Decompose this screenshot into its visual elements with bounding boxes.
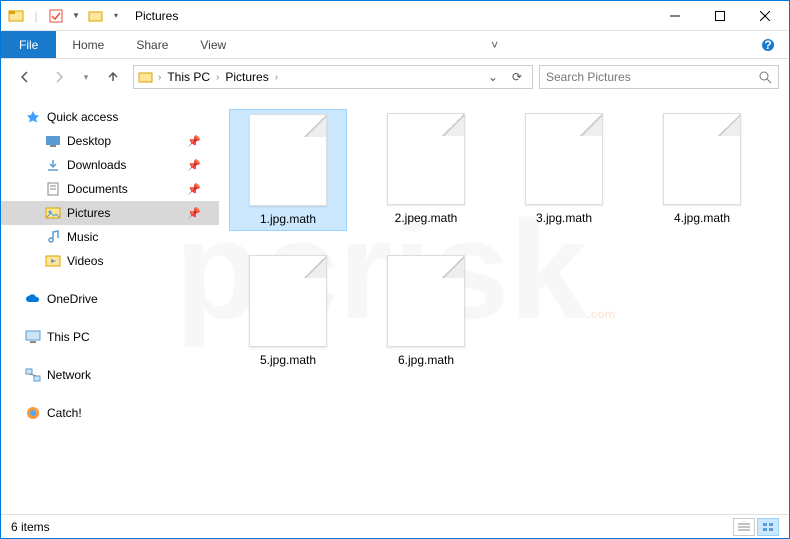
file-name: 2.jpeg.math (395, 211, 458, 225)
file-tab[interactable]: File (1, 31, 56, 58)
address-bar[interactable]: › This PC › Pictures › ⌄ ⟳ (133, 65, 533, 89)
nav-label: Network (47, 368, 91, 382)
file-name: 4.jpg.math (674, 211, 730, 225)
titlebar: | ▼ ▾ Pictures (1, 1, 789, 31)
nav-label: Catch! (47, 406, 82, 420)
file-name: 3.jpg.math (536, 211, 592, 225)
refresh-icon[interactable]: ⟳ (506, 70, 528, 84)
catch-icon (25, 405, 41, 421)
close-button[interactable] (742, 1, 787, 30)
nav-item-pictures[interactable]: Pictures 📌 (1, 201, 219, 225)
nav-item-videos[interactable]: Videos (1, 249, 219, 273)
window-title: Pictures (135, 9, 178, 23)
nav-label: Desktop (67, 134, 111, 148)
nav-label: Documents (67, 182, 128, 196)
status-count: 6 items (11, 520, 50, 534)
qat-dropdown2-icon[interactable]: ▾ (107, 7, 125, 25)
qat-properties-icon[interactable] (47, 7, 65, 25)
search-icon[interactable] (758, 70, 772, 84)
folder-icon (45, 253, 61, 269)
file-grid[interactable]: 1.jpg.math 2.jpeg.math 3.jpg.math 4.jpg.mat… (219, 95, 789, 514)
nav-label: Pictures (67, 206, 110, 220)
nav-label: This PC (47, 330, 90, 344)
nav-network[interactable]: Network (1, 363, 219, 387)
nav-label: Music (67, 230, 98, 244)
file-icon (387, 255, 465, 347)
help-icon[interactable]: ? (747, 31, 789, 58)
pin-icon: 📌 (187, 159, 201, 172)
tab-view[interactable]: View (184, 31, 242, 58)
minimize-button[interactable] (652, 1, 697, 30)
file-icon (249, 114, 327, 206)
tab-share[interactable]: Share (120, 31, 184, 58)
address-row: ▾ › This PC › Pictures › ⌄ ⟳ Search Pict… (1, 59, 789, 95)
nav-item-downloads[interactable]: Downloads 📌 (1, 153, 219, 177)
breadcrumb-label: This PC (167, 70, 210, 84)
status-bar: 6 items (1, 514, 789, 538)
nav-catch[interactable]: Catch! (1, 401, 219, 425)
pin-icon: 📌 (187, 183, 201, 196)
file-item[interactable]: 6.jpg.math (367, 251, 485, 371)
pc-icon (25, 329, 41, 345)
pin-icon: 📌 (187, 135, 201, 148)
maximize-button[interactable] (697, 1, 742, 30)
folder-icon (45, 205, 61, 221)
ribbon-expand-icon[interactable]: ˅ (475, 31, 514, 58)
nav-onedrive[interactable]: OneDrive (1, 287, 219, 311)
nav-this-pc[interactable]: This PC (1, 325, 219, 349)
file-item[interactable]: 4.jpg.math (643, 109, 761, 231)
file-item[interactable]: 5.jpg.math (229, 251, 347, 371)
file-icon (663, 113, 741, 205)
nav-quick-access[interactable]: Quick access (1, 105, 219, 129)
ribbon: File Home Share View ˅ ? (1, 31, 789, 59)
tab-home[interactable]: Home (56, 31, 120, 58)
file-item[interactable]: 2.jpeg.math (367, 109, 485, 231)
folder-icon (45, 229, 61, 245)
breadcrumb-thispc[interactable]: This PC (165, 70, 212, 84)
recent-dropdown-icon[interactable]: ▾ (79, 63, 93, 91)
file-item[interactable]: 3.jpg.math (505, 109, 623, 231)
breadcrumb-pictures[interactable]: Pictures (223, 70, 270, 84)
folder-icon (45, 157, 61, 173)
cloud-icon (25, 291, 41, 307)
nav-label: OneDrive (47, 292, 98, 306)
chevron-right-icon[interactable]: › (158, 72, 161, 83)
nav-label: Videos (67, 254, 103, 268)
nav-label: Quick access (47, 110, 118, 124)
view-details-button[interactable] (733, 518, 755, 536)
nav-label: Downloads (67, 158, 126, 172)
file-name: 1.jpg.math (260, 212, 316, 226)
nav-item-music[interactable]: Music (1, 225, 219, 249)
file-icon (387, 113, 465, 205)
file-name: 6.jpg.math (398, 353, 454, 367)
nav-item-documents[interactable]: Documents 📌 (1, 177, 219, 201)
qat-newfolder-icon[interactable] (87, 7, 105, 25)
search-placeholder: Search Pictures (546, 70, 631, 84)
nav-item-desktop[interactable]: Desktop 📌 (1, 129, 219, 153)
chevron-right-icon[interactable]: › (216, 72, 219, 83)
navigation-pane: Quick access Desktop📌Downloads📌Documents… (1, 95, 219, 514)
up-button[interactable] (99, 63, 127, 91)
network-icon (25, 367, 41, 383)
back-button[interactable] (11, 63, 39, 91)
address-dropdown-icon[interactable]: ⌄ (482, 70, 504, 84)
svg-text:?: ? (764, 38, 771, 52)
file-icon (249, 255, 327, 347)
chevron-right-icon[interactable]: › (275, 72, 278, 83)
qat-separator: | (27, 7, 45, 25)
file-name: 5.jpg.math (260, 353, 316, 367)
search-input[interactable]: Search Pictures (539, 65, 779, 89)
breadcrumb-label: Pictures (225, 70, 268, 84)
star-icon (25, 109, 41, 125)
pin-icon: 📌 (187, 207, 201, 220)
qat-dropdown-icon[interactable]: ▼ (67, 7, 85, 25)
app-icon (7, 7, 25, 25)
folder-icon (138, 69, 154, 85)
folder-icon (45, 133, 61, 149)
folder-icon (45, 181, 61, 197)
file-icon (525, 113, 603, 205)
file-item[interactable]: 1.jpg.math (229, 109, 347, 231)
forward-button[interactable] (45, 63, 73, 91)
view-icons-button[interactable] (757, 518, 779, 536)
